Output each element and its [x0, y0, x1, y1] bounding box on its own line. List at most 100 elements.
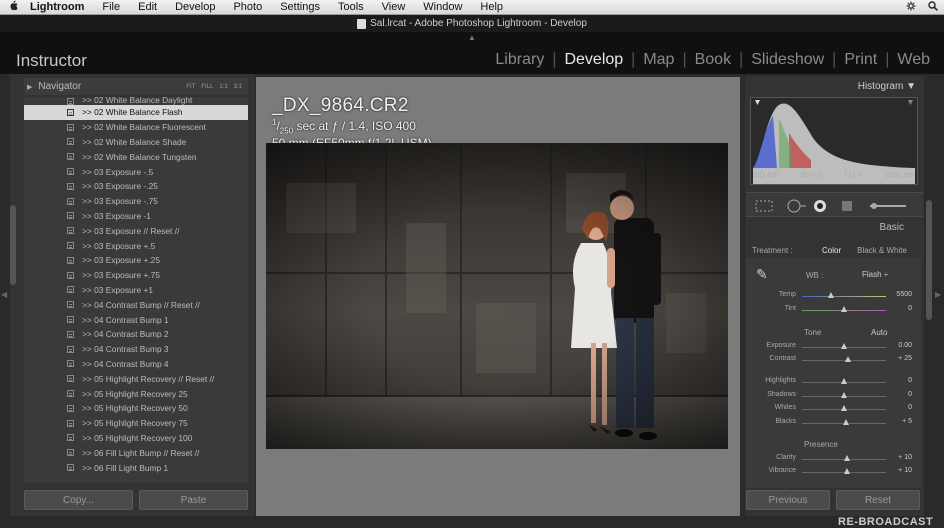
- menu-window[interactable]: Window: [414, 1, 471, 13]
- zoom-fill[interactable]: FILL: [201, 84, 213, 90]
- preset-item[interactable]: >> 02 White Balance Daylight: [24, 97, 248, 105]
- module-web[interactable]: Web: [889, 51, 938, 69]
- left-panel-scrollbar[interactable]: [10, 205, 16, 285]
- slider-value[interactable]: 0: [908, 391, 912, 398]
- preset-item[interactable]: >> 02 White Balance Tungsten: [24, 149, 248, 164]
- preset-item[interactable]: >> 05 Highlight Recovery 75: [24, 416, 248, 431]
- preset-item[interactable]: >> 02 White Balance Fluorescent: [24, 120, 248, 135]
- module-develop[interactable]: Develop: [556, 51, 631, 69]
- wb-eyedropper-icon[interactable]: ✎: [756, 266, 768, 283]
- preset-item[interactable]: >> 03 Exposure +.75: [24, 268, 248, 283]
- collapse-right-panel-icon[interactable]: ▶: [935, 290, 941, 299]
- preset-item[interactable]: >> 02 White Balance Shade: [24, 135, 248, 150]
- menu-view[interactable]: View: [373, 1, 415, 13]
- navigator-header[interactable]: ▶ Navigator FIT FILL 1:1 3:1: [24, 78, 248, 95]
- menu-help[interactable]: Help: [471, 1, 512, 13]
- collapse-triangle-icon[interactable]: ▼: [906, 81, 916, 92]
- slider-value[interactable]: 5500: [896, 291, 912, 298]
- preset-item[interactable]: >> 04 Contrast Bump 3: [24, 342, 248, 357]
- slider-knob[interactable]: [841, 405, 847, 411]
- slider-track[interactable]: [802, 360, 886, 361]
- basic-panel-header[interactable]: Basic: [745, 222, 920, 236]
- search-icon[interactable]: [928, 1, 938, 14]
- preset-item[interactable]: >> 03 Exposure +1: [24, 283, 248, 298]
- slider-vibrance[interactable]: Vibrance + 10: [750, 467, 918, 477]
- wb-dropdown[interactable]: Flash ÷: [862, 270, 888, 279]
- preset-item[interactable]: >> 04 Contrast Bump 4: [24, 357, 248, 372]
- preset-item[interactable]: >> 03 Exposure -1: [24, 209, 248, 224]
- treatment-bw[interactable]: Black & White: [857, 246, 907, 255]
- slider-track[interactable]: [802, 296, 886, 297]
- menu-edit[interactable]: Edit: [129, 1, 166, 13]
- module-book[interactable]: Book: [687, 51, 739, 69]
- preset-item[interactable]: >> 05 Highlight Recovery 100: [24, 431, 248, 446]
- menu-file[interactable]: File: [93, 1, 129, 13]
- previous-button[interactable]: Previous: [746, 490, 830, 510]
- reset-button[interactable]: Reset: [836, 490, 920, 510]
- zoom-3-1[interactable]: 3:1: [234, 84, 242, 90]
- right-panel-scrollbar[interactable]: [926, 200, 932, 320]
- preset-item[interactable]: >> 04 Contrast Bump 1: [24, 312, 248, 327]
- preset-item[interactable]: >> 05 Highlight Recovery 25: [24, 386, 248, 401]
- copy-button[interactable]: Copy...: [24, 490, 133, 510]
- slider-whites[interactable]: Whites 0: [750, 404, 918, 414]
- slider-knob[interactable]: [828, 292, 835, 298]
- preset-item[interactable]: >> 03 Exposure +.5: [24, 238, 248, 253]
- zoom-fit[interactable]: FIT: [186, 84, 195, 90]
- preset-item[interactable]: >> 03 Exposure -.75: [24, 194, 248, 209]
- preset-item[interactable]: >> 03 Exposure +.25: [24, 253, 248, 268]
- histogram-header[interactable]: Histogram ▼: [745, 78, 924, 95]
- slider-value[interactable]: 0: [908, 305, 912, 312]
- photo-preview[interactable]: [266, 143, 728, 449]
- slider-clarity[interactable]: Clarity + 10: [750, 454, 918, 464]
- module-map[interactable]: Map: [635, 51, 682, 69]
- collapse-top-panel-icon[interactable]: ▲: [468, 33, 476, 42]
- module-print[interactable]: Print: [836, 51, 885, 69]
- preset-item[interactable]: >> 03 Exposure -.25: [24, 179, 248, 194]
- preset-item[interactable]: >> 05 Highlight Recovery // Reset //: [24, 371, 248, 386]
- slider-knob[interactable]: [841, 392, 847, 398]
- preset-item[interactable]: >> 02 White Balance Flash: [24, 105, 248, 120]
- slider-highlights[interactable]: Highlights 0: [750, 377, 918, 387]
- preset-item[interactable]: >> 04 Contrast Bump 2: [24, 327, 248, 342]
- preset-item[interactable]: >> 06 Fill Light Bump // Reset //: [24, 445, 248, 460]
- expand-triangle-icon[interactable]: ▶: [27, 83, 32, 91]
- module-library[interactable]: Library: [487, 51, 552, 69]
- slider-value[interactable]: 0: [908, 377, 912, 384]
- menu-tools[interactable]: Tools: [329, 1, 373, 13]
- slider-knob[interactable]: [843, 455, 850, 461]
- slider-exposure[interactable]: Exposure 0.00: [750, 342, 918, 352]
- preset-item[interactable]: >> 05 Highlight Recovery 50: [24, 401, 248, 416]
- zoom-1-1[interactable]: 1:1: [219, 84, 227, 90]
- preset-item[interactable]: >> 03 Exposure -.5: [24, 164, 248, 179]
- slider-value[interactable]: + 10: [898, 467, 912, 474]
- preset-item[interactable]: >> 04 Contrast Bump // Reset //: [24, 297, 248, 312]
- slider-knob[interactable]: [843, 468, 850, 474]
- slider-value[interactable]: + 25: [898, 355, 912, 362]
- menu-lightroom[interactable]: Lightroom: [26, 1, 93, 13]
- slider-value[interactable]: 0.00: [898, 342, 912, 349]
- preset-item[interactable]: >> 03 Exposure // Reset //: [24, 223, 248, 238]
- slider-contrast[interactable]: Contrast + 25: [750, 355, 918, 365]
- apple-icon[interactable]: [0, 0, 26, 14]
- slider-knob[interactable]: [845, 356, 852, 362]
- treatment-color[interactable]: Color: [822, 246, 841, 255]
- slider-value[interactable]: + 10: [898, 454, 912, 461]
- slider-shadows[interactable]: Shadows 0: [750, 391, 918, 401]
- paste-button[interactable]: Paste: [139, 490, 248, 510]
- preset-item[interactable]: >> 06 Fill Light Bump 1: [24, 460, 248, 475]
- collapse-left-panel-icon[interactable]: ◀: [1, 290, 7, 299]
- slider-knob[interactable]: [841, 378, 847, 384]
- tone-auto-button[interactable]: Auto: [871, 328, 887, 337]
- menu-develop[interactable]: Develop: [166, 1, 224, 13]
- slider-value[interactable]: 0: [908, 404, 912, 411]
- module-slideshow[interactable]: Slideshow: [743, 51, 832, 69]
- gear-icon[interactable]: [906, 1, 916, 14]
- slider-blacks[interactable]: Blacks + 5: [750, 418, 918, 428]
- slider-tint[interactable]: Tint 0: [750, 305, 918, 315]
- menu-photo[interactable]: Photo: [224, 1, 271, 13]
- slider-knob[interactable]: [841, 343, 847, 349]
- menu-settings[interactable]: Settings: [271, 1, 329, 13]
- slider-knob[interactable]: [841, 306, 847, 312]
- slider-temp[interactable]: Temp 5500: [750, 291, 918, 301]
